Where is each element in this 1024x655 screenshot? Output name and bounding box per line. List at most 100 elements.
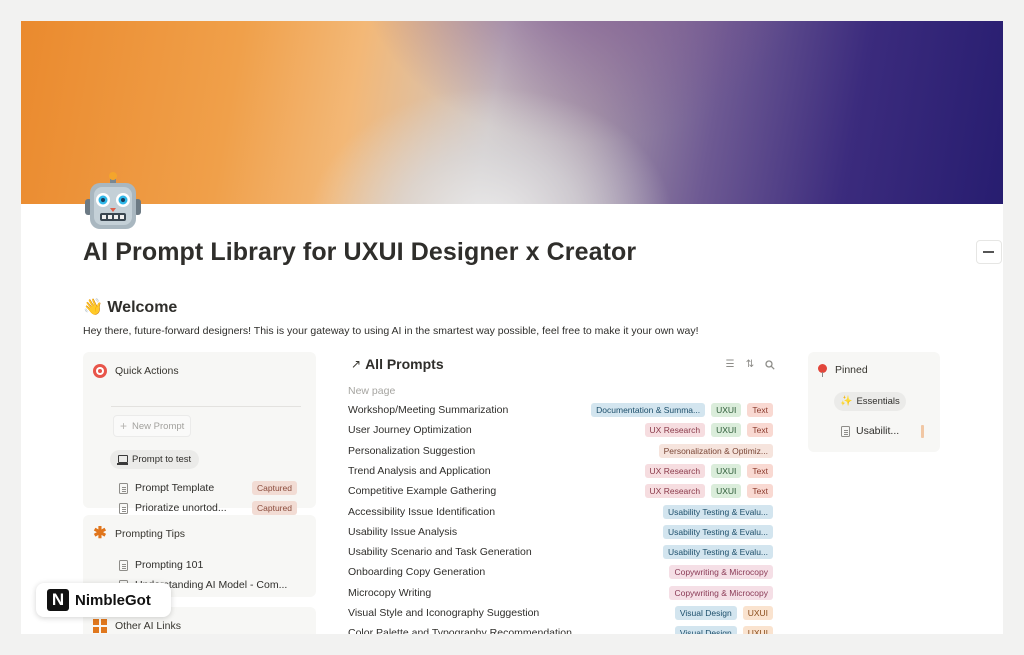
page-icon — [119, 502, 128, 514]
pinned-item-label: Usabilit... — [856, 425, 900, 437]
table-row[interactable]: Trend Analysis and Application UX Researc… — [348, 462, 773, 480]
new-prompt-label: New Prompt — [132, 420, 185, 432]
prompt-name: Microcopy Writing — [348, 586, 432, 599]
pinned-title: Pinned — [835, 364, 868, 376]
collapse-button[interactable] — [976, 240, 1002, 264]
table-row[interactable]: Microcopy Writing Copywriting & Microcopy — [348, 584, 773, 602]
asterisk-icon: ✱ — [93, 525, 107, 542]
nimblegot-watermark: NimbleGot — [36, 583, 171, 617]
tag: UXUI — [742, 606, 773, 620]
table-row[interactable]: Visual Style and Iconography Suggestion V… — [348, 604, 773, 622]
prompting-tips-header: ✱ Prompting Tips — [93, 525, 186, 542]
quick-actions-card: Quick Actions + New Prompt Prompt to tes… — [83, 352, 316, 515]
prompt-name: Color Palette and Typography Recommendat… — [348, 627, 572, 634]
all-prompts-label: All Prompts — [365, 356, 444, 372]
robot-icon[interactable] — [83, 171, 143, 233]
tag: Usability Testing & Evalu... — [663, 524, 773, 539]
tag: Text — [747, 403, 773, 417]
pinned-card: Pinned ✨ Essentials Usabilit... — [808, 352, 940, 452]
tag: UXUI — [711, 463, 742, 478]
table-row[interactable]: Usability Scenario and Task Generation Us… — [348, 543, 773, 561]
prompt-to-test-chip[interactable]: Prompt to test — [110, 450, 200, 469]
brand-name: NimbleGot — [75, 591, 151, 609]
tag: Text — [747, 484, 773, 499]
sort-icon[interactable]: ⇅ — [745, 360, 755, 370]
table-row[interactable]: Personalization Suggestion Personalizatio… — [348, 442, 773, 460]
tag: Copywriting & Microcopy — [669, 585, 773, 600]
link-arrow-icon: ↗ — [351, 357, 362, 371]
database-toolbar: ☰ ⇅ — [725, 360, 775, 370]
tag: UX Research — [644, 463, 706, 478]
tag-group: Personalization & Optimiz... — [658, 443, 773, 458]
search-icon[interactable] — [765, 360, 775, 370]
tag: UXUI — [711, 403, 742, 417]
plus-icon: + — [120, 419, 128, 433]
tag: UX Research — [644, 423, 706, 438]
prompt-name: Competitive Example Gathering — [348, 485, 497, 498]
list-item[interactable]: Prompting 101 — [119, 559, 203, 571]
tag: UX Research — [644, 484, 706, 499]
tag: Documentation & Summa... — [591, 403, 706, 417]
nimblegot-logo-icon — [47, 589, 69, 611]
page-icon — [119, 559, 128, 571]
prompt-name: Trend Analysis and Application — [348, 464, 491, 477]
new-prompt-button[interactable]: + New Prompt — [113, 415, 192, 437]
tag: Personalization & Optimiz... — [658, 443, 773, 458]
prompting-tips-title: Prompting Tips — [115, 528, 186, 540]
list-item[interactable]: Prioratize unortod... Captured — [119, 501, 297, 515]
tag: Text — [747, 463, 773, 478]
tag: Text — [747, 423, 773, 438]
tag: Visual Design — [674, 606, 737, 620]
status-badge: Captured — [252, 501, 297, 515]
prompt-name: Usability Issue Analysis — [348, 525, 458, 538]
tag-group: Usability Testing & Evalu... — [663, 545, 773, 560]
tag-group: Visual Design UXUI — [674, 626, 773, 634]
list-item-label: Prompting 101 — [135, 559, 204, 571]
table-row[interactable]: Accessibility Issue Identification Usabil… — [348, 503, 773, 521]
tag-group: UX Research UXUI Text — [644, 423, 773, 438]
tag-group: Usability Testing & Evalu... — [663, 504, 773, 519]
tag: Usability Testing & Evalu... — [663, 504, 773, 519]
prompt-name: Visual Style and Iconography Suggestion — [348, 607, 540, 619]
tag: Visual Design — [674, 626, 737, 634]
color-indicator — [921, 425, 924, 438]
other-ai-links-header[interactable]: Other AI Links — [93, 619, 181, 633]
table-row[interactable]: Workshop/Meeting Summarization Documentat… — [348, 401, 773, 419]
quick-actions-header: Quick Actions — [93, 364, 179, 378]
list-item-label: Prioratize unortod... — [135, 502, 227, 514]
target-icon — [93, 364, 107, 378]
other-ai-links-title: Other AI Links — [115, 620, 181, 632]
page-title[interactable]: AI Prompt Library for UXUI Designer x Cr… — [83, 238, 636, 267]
table-row[interactable]: Color Palette and Typography Recommendat… — [348, 624, 773, 634]
table-row[interactable]: Usability Issue Analysis Usability Testin… — [348, 523, 773, 541]
minus-icon — [983, 251, 994, 253]
quick-actions-title: Quick Actions — [115, 365, 179, 377]
prompt-name: Usability Scenario and Task Generation — [348, 546, 532, 559]
tag: UXUI — [742, 626, 773, 634]
tag-group: UX Research UXUI Text — [644, 484, 773, 499]
table-row[interactable]: Competitive Example Gathering UX Research… — [348, 482, 773, 500]
prompt-to-test-label: Prompt to test — [132, 454, 192, 465]
welcome-heading: 👋 Welcome — [83, 299, 178, 316]
pin-icon — [818, 364, 827, 377]
table-row[interactable]: User Journey Optimization UX Research UXUI… — [348, 421, 773, 439]
table-row[interactable]: Onboarding Copy Generation Copywriting & … — [348, 563, 773, 581]
divider — [111, 406, 301, 407]
page-cover[interactable] — [21, 21, 1003, 204]
tag-group: Copywriting & Microcopy — [669, 585, 773, 600]
filter-icon[interactable]: ☰ — [725, 360, 735, 370]
all-prompts-title[interactable]: ↗ All Prompts — [351, 356, 444, 372]
list-item[interactable]: Prompt Template Captured — [119, 481, 297, 495]
tag: UXUI — [711, 484, 742, 499]
prompt-name: Onboarding Copy Generation — [348, 566, 486, 579]
essentials-label: Essentials — [856, 396, 900, 407]
tag: Copywriting & Microcopy — [669, 565, 773, 580]
pinned-item[interactable]: Usabilit... — [841, 425, 899, 437]
status-badge: Captured — [252, 481, 297, 495]
new-page-button[interactable]: New page — [348, 385, 395, 397]
magic-wand-icon: ✨ — [840, 396, 853, 407]
tag-group: Usability Testing & Evalu... — [663, 524, 773, 539]
essentials-chip[interactable]: ✨ Essentials — [834, 392, 906, 411]
tag: UXUI — [711, 423, 742, 438]
page-icon — [119, 482, 128, 494]
